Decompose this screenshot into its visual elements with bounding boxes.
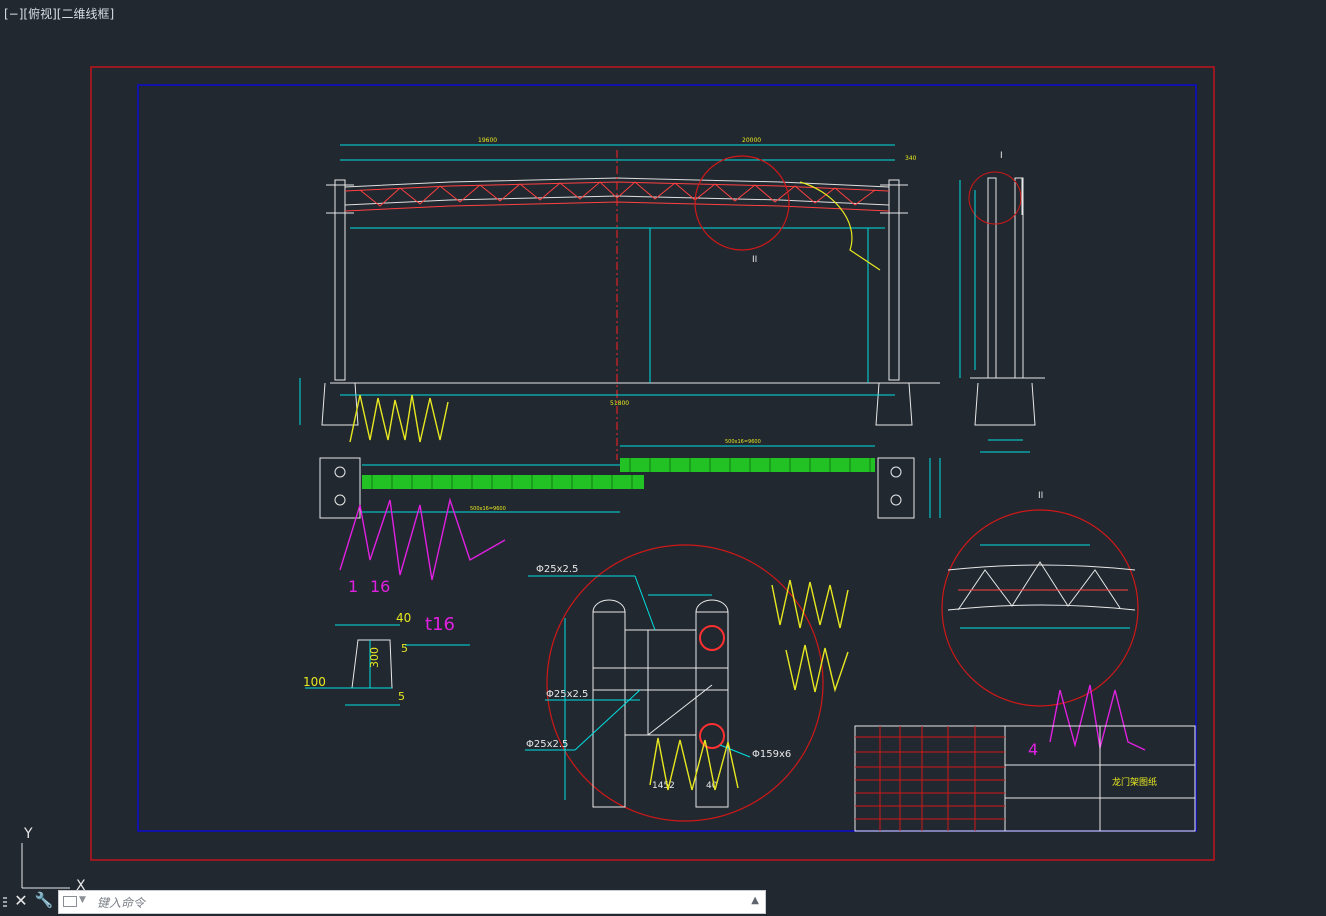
detail-bolt-top (699, 625, 725, 651)
detail-circle-I (546, 544, 824, 822)
plate-dims (305, 624, 470, 706)
dim-top-right: 20000 (742, 137, 761, 144)
detail-II-truss (947, 561, 1136, 611)
handwriting-16: 16 (370, 577, 390, 596)
handwriting-4: 4 (1028, 740, 1038, 759)
plate-dim-foot: 5 (398, 690, 405, 703)
side-view-dims (959, 180, 1030, 453)
plan-dim-upper: 500x16=9600 (725, 439, 761, 445)
command-input-box[interactable]: ▼ ▲ (58, 890, 766, 914)
command-history-up-icon[interactable]: ▲ (751, 895, 759, 906)
callout-I-label: I (1000, 151, 1003, 161)
dim-right-end: 340 (905, 155, 917, 162)
label-column: Φ159x6 (752, 749, 791, 760)
label-plate: 1452 (652, 781, 675, 791)
ucs-icon (21, 843, 70, 889)
command-line-bar: ✕ 🔧 ▼ ▲ (0, 888, 770, 916)
callout-II-label-top: II (752, 255, 757, 265)
plate-dim-height: 100 (303, 675, 326, 689)
label-pipe-b: Φ25x2.5 (546, 689, 588, 700)
detail-I-structure (592, 599, 729, 808)
title-block-title: 龙门架图纸 (1112, 776, 1157, 788)
wrench-icon[interactable]: 🔧 (34, 891, 54, 909)
handwriting-t16: t16 (425, 614, 455, 635)
command-line-grip[interactable] (3, 897, 7, 909)
plate-dim-foot-b: 5 (401, 642, 408, 655)
close-icon[interactable]: ✕ (12, 891, 30, 910)
plate-dim-side: 300 (368, 647, 381, 668)
label-pipe-c: Φ25x2.5 (526, 739, 568, 750)
scribbles-magenta (339, 497, 1146, 751)
plan-dim-lower: 500x16=9600 (470, 506, 506, 512)
scribbles-yellow (349, 394, 849, 791)
drawing-canvas[interactable]: 19600 20000 51800 340 II I 500x16=9600 5… (0, 0, 1326, 916)
plate-dim-width: 40 (396, 611, 411, 625)
detail-II-dims (960, 544, 1130, 629)
chevron-down-icon[interactable]: ▼ (79, 895, 86, 905)
mesh-beam-upper (620, 458, 875, 472)
dim-base: 51800 (610, 400, 629, 407)
callout-circle-truss (694, 155, 790, 251)
label-pipe-a: Φ25x2.5 (536, 564, 578, 575)
command-input[interactable] (95, 893, 739, 913)
callout-II-label: II (1038, 491, 1043, 501)
side-view (968, 171, 1045, 426)
handwriting-1: 1 (348, 577, 358, 596)
command-prompt-icon[interactable] (63, 896, 77, 907)
mesh-beam-lower (362, 475, 644, 489)
dim-top-left: 19600 (478, 137, 497, 144)
detail-I-leaders (525, 575, 751, 800)
ucs-y-label: Y (23, 826, 33, 842)
